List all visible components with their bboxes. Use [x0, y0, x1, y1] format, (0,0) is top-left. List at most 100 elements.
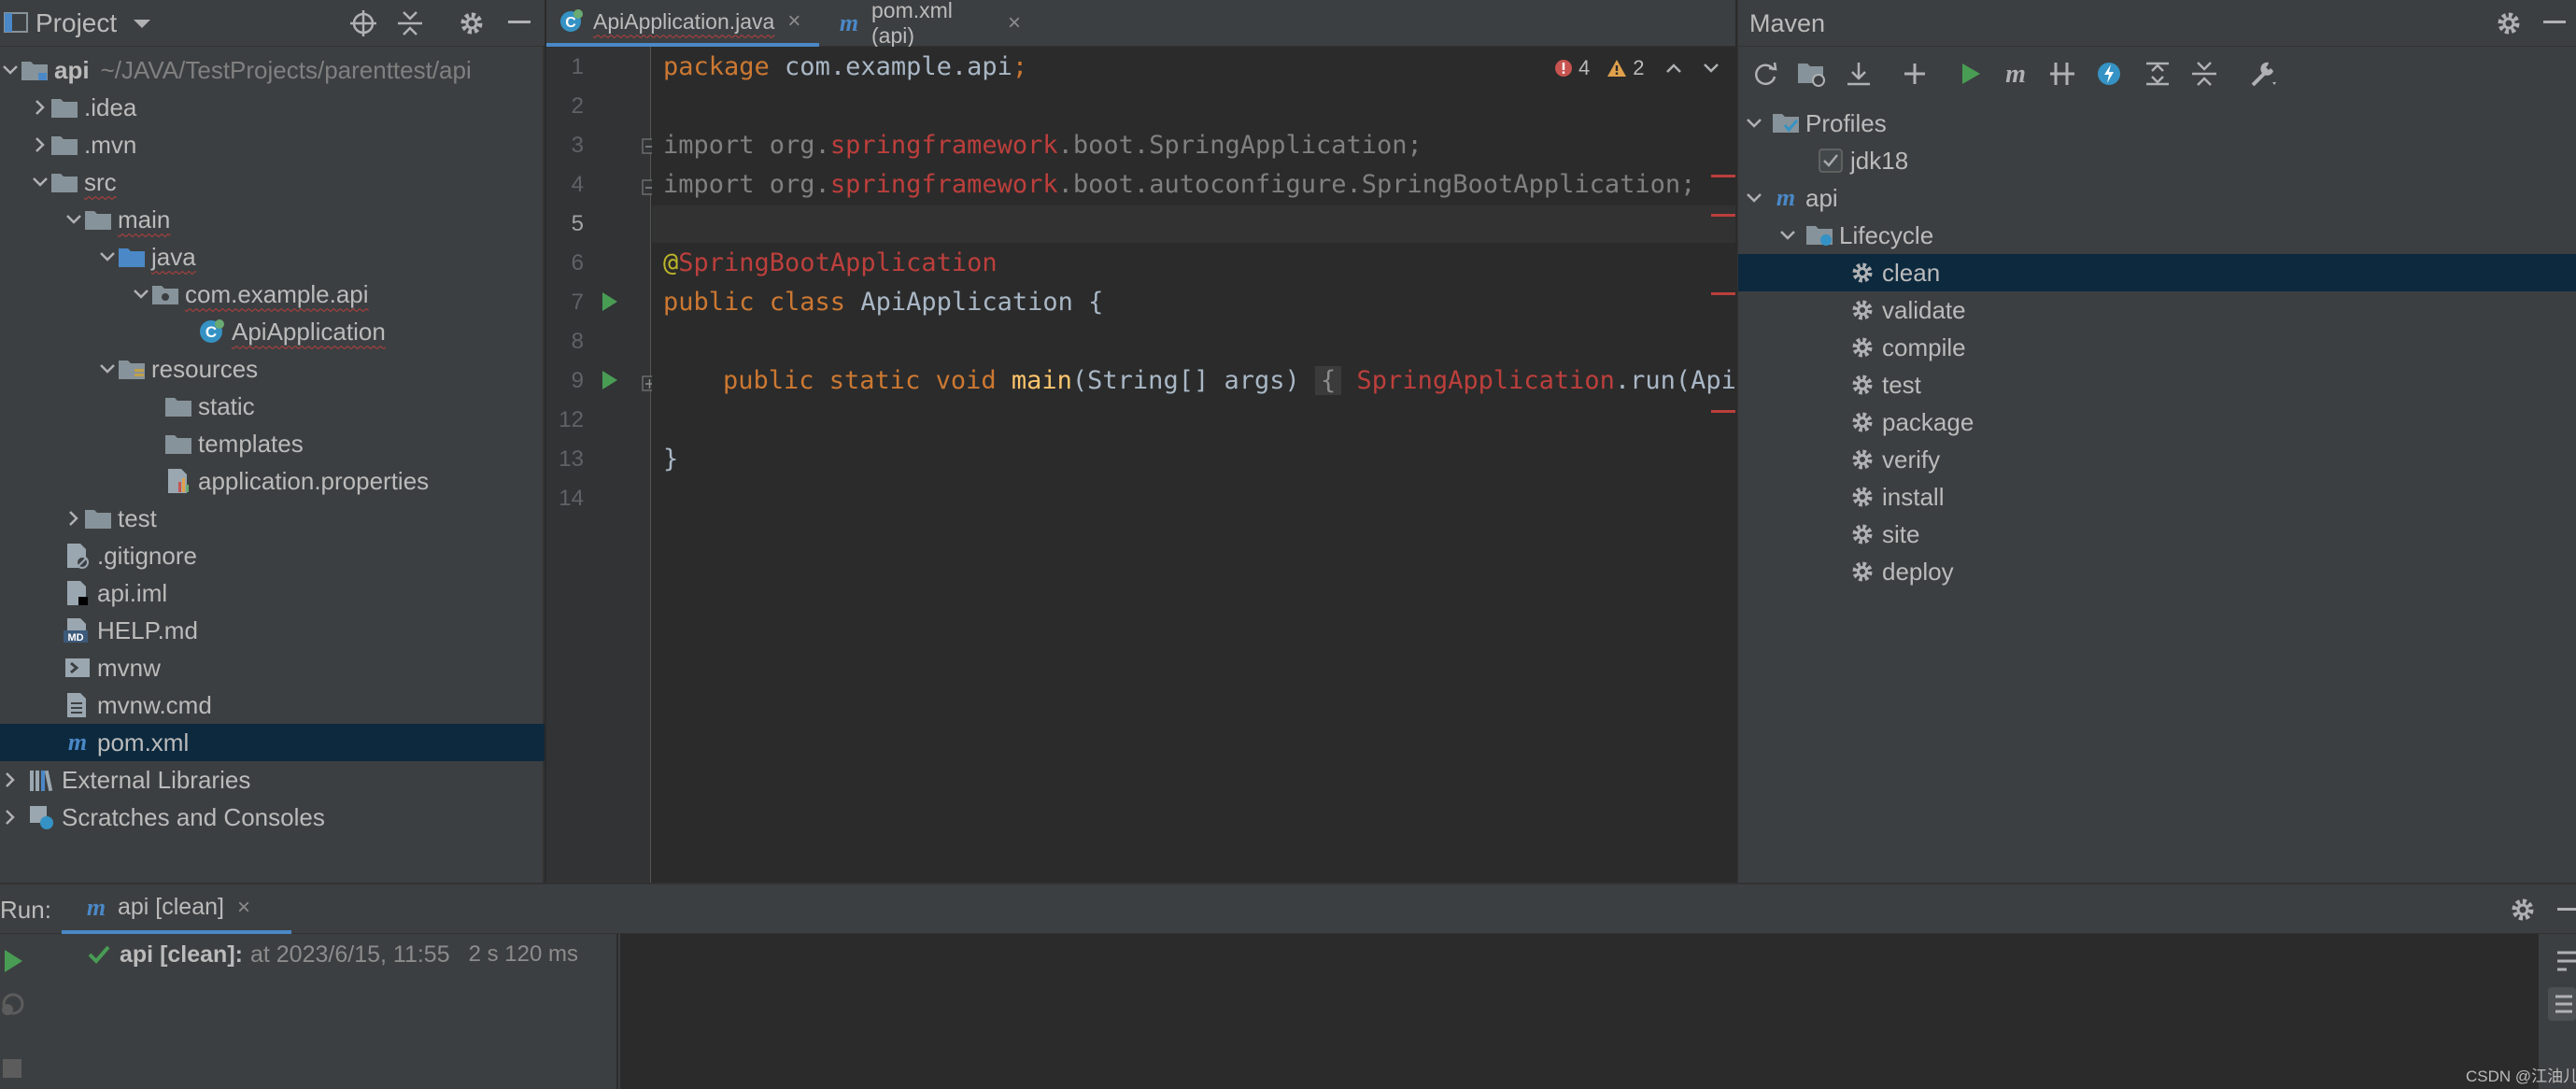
chevron-down-icon[interactable]	[131, 284, 151, 304]
close-icon[interactable]: ×	[1008, 10, 1021, 36]
chevron-right-icon[interactable]	[64, 508, 84, 529]
project-panel-title[interactable]: Project	[35, 8, 117, 38]
tree-item-templates[interactable]: templates	[0, 425, 545, 462]
skip-tests-icon[interactable]	[2093, 58, 2125, 90]
error-icon	[1554, 59, 1573, 78]
maven-goal-compile[interactable]: compile	[1738, 329, 2576, 366]
error-stripe-mark[interactable]	[1711, 410, 1735, 413]
maven-goal-deploy[interactable]: deploy	[1738, 553, 2576, 590]
inspection-widget[interactable]: 4 2	[1549, 56, 1725, 80]
tree-item-gitignore[interactable]: .gitignore	[0, 537, 545, 574]
maven-goal-verify[interactable]: verify	[1738, 441, 2576, 478]
error-stripe-mark[interactable]	[1711, 175, 1735, 177]
maven-item-api[interactable]: m api	[1738, 179, 2576, 217]
run-gutter-icon[interactable]	[601, 370, 619, 390]
maven-goal-test[interactable]: test	[1738, 366, 2576, 403]
tree-item-mvn[interactable]: .mvn	[0, 126, 545, 163]
maven-goal-install[interactable]: install	[1738, 478, 2576, 516]
tree-item-mvnw-cmd[interactable]: mvnw.cmd	[0, 686, 545, 724]
toggle-offline-icon[interactable]	[2046, 58, 2078, 90]
wrench-icon[interactable]	[2247, 58, 2279, 90]
scroll-to-end-icon[interactable]	[2548, 987, 2576, 1021]
gear-icon[interactable]	[458, 9, 486, 37]
stop-rerun-icon[interactable]	[0, 991, 26, 1017]
tab-pom-xml[interactable]: m pom.xml (api) ×	[823, 0, 1034, 48]
chevron-down-icon[interactable]	[30, 172, 50, 192]
tree-item-application-properties[interactable]: application.properties	[0, 462, 545, 500]
tree-item-pom-xml[interactable]: m pom.xml	[0, 724, 545, 761]
code-editor[interactable]: package com.example.api; import org.spri…	[652, 47, 1735, 883]
chevron-right-icon[interactable]	[30, 97, 50, 118]
download-icon[interactable]	[1843, 58, 1875, 90]
minimize-icon[interactable]	[2557, 908, 2576, 912]
gear-icon[interactable]	[2509, 896, 2537, 924]
tree-item-help-md[interactable]: MD HELP.md	[0, 612, 545, 649]
reload-icon[interactable]	[1749, 58, 1781, 90]
tree-item-static[interactable]: static	[0, 388, 545, 425]
collapse-all-icon[interactable]	[2188, 58, 2220, 90]
soft-wrap-icon[interactable]	[2555, 948, 2576, 974]
tree-item-main[interactable]: main	[0, 201, 545, 238]
line-number: 7	[571, 290, 584, 315]
tree-item-resources[interactable]: resources	[0, 350, 545, 388]
maven-goal-validate[interactable]: validate	[1738, 291, 2576, 329]
chevron-right-icon[interactable]	[30, 134, 50, 155]
generate-sources-icon[interactable]	[1796, 58, 1828, 90]
run-console-output[interactable]	[620, 934, 2539, 1089]
tree-item-apiapplication[interactable]: C ApiApplication	[0, 313, 545, 350]
chevron-up-icon[interactable]	[1665, 63, 1682, 74]
maven-item-lifecycle[interactable]: Lifecycle	[1738, 217, 2576, 254]
gear-icon	[1848, 298, 1876, 322]
tree-item-java[interactable]: java	[0, 238, 545, 276]
gear-icon[interactable]	[2495, 9, 2523, 37]
minimize-icon[interactable]	[508, 21, 531, 24]
maven-item-jdk18[interactable]: jdk18	[1738, 142, 2576, 179]
tree-item-api-iml[interactable]: api.iml	[0, 574, 545, 612]
tree-item-src[interactable]: src	[0, 163, 545, 201]
run-icon[interactable]	[1955, 58, 1987, 90]
close-icon[interactable]: ×	[237, 895, 250, 921]
error-stripe-mark[interactable]	[1711, 214, 1735, 217]
maven-goal-site[interactable]: site	[1738, 516, 2576, 553]
run-gutter-icon[interactable]	[601, 291, 619, 312]
tree-item-idea[interactable]: .idea	[0, 89, 545, 126]
add-icon[interactable]	[1899, 58, 1931, 90]
chevron-down-icon[interactable]	[1744, 113, 1764, 134]
close-icon[interactable]: ×	[787, 8, 800, 35]
chevron-down-icon[interactable]	[97, 359, 118, 379]
tree-item-api[interactable]: api ~/JAVA/TestProjects/parenttest/api	[0, 51, 545, 89]
tree-item-test[interactable]: test	[0, 500, 545, 537]
maven-goal-package[interactable]: package	[1738, 403, 2576, 441]
chevron-down-icon[interactable]	[1777, 225, 1798, 246]
chevron-down-icon[interactable]	[0, 60, 21, 80]
minimize-icon[interactable]	[2543, 21, 2566, 24]
locate-icon[interactable]	[349, 9, 377, 37]
run-entry[interactable]: api [clean]: at 2023/6/15, 11:55 2 s 120…	[88, 939, 578, 970]
profile-checkbox[interactable]	[1819, 148, 1843, 173]
chevron-down-icon[interactable]	[97, 247, 118, 267]
chevron-down-icon[interactable]	[64, 209, 84, 230]
chevron-right-icon[interactable]	[0, 807, 21, 827]
chevron-down-icon[interactable]	[133, 19, 151, 30]
tree-item-external-libraries[interactable]: External Libraries	[0, 761, 545, 799]
tree-item-scratches[interactable]: Scratches and Consoles	[0, 799, 545, 836]
rerun-icon[interactable]	[2, 948, 24, 974]
tab-apiapplication-java[interactable]: C ApiApplication.java ×	[546, 0, 819, 47]
show-dependencies-icon[interactable]	[2142, 58, 2173, 90]
folded-brace[interactable]: {	[1315, 366, 1342, 395]
chevron-down-icon[interactable]	[1744, 188, 1764, 208]
tree-item-label: static	[198, 391, 255, 420]
maven-goal-clean[interactable]: clean	[1738, 254, 2576, 291]
chevron-right-icon[interactable]	[0, 770, 21, 790]
maven-item-profiles[interactable]: Profiles	[1738, 105, 2576, 142]
stop-icon[interactable]	[2, 1058, 22, 1079]
collapse-all-icon[interactable]	[396, 9, 424, 37]
code-line-7: public class ApiApplication {	[663, 288, 1103, 317]
run-panel-header: Run: m api [clean] ×	[0, 884, 2576, 934]
tree-item-mvnw[interactable]: mvnw	[0, 649, 545, 686]
tree-item-com-example-api[interactable]: com.example.api	[0, 276, 545, 313]
error-stripe-mark[interactable]	[1711, 292, 1735, 295]
run-tab-api-clean[interactable]: m api [clean] ×	[62, 884, 291, 934]
chevron-down-icon[interactable]	[1703, 63, 1720, 74]
maven-goal-icon[interactable]: m	[2000, 58, 2031, 90]
